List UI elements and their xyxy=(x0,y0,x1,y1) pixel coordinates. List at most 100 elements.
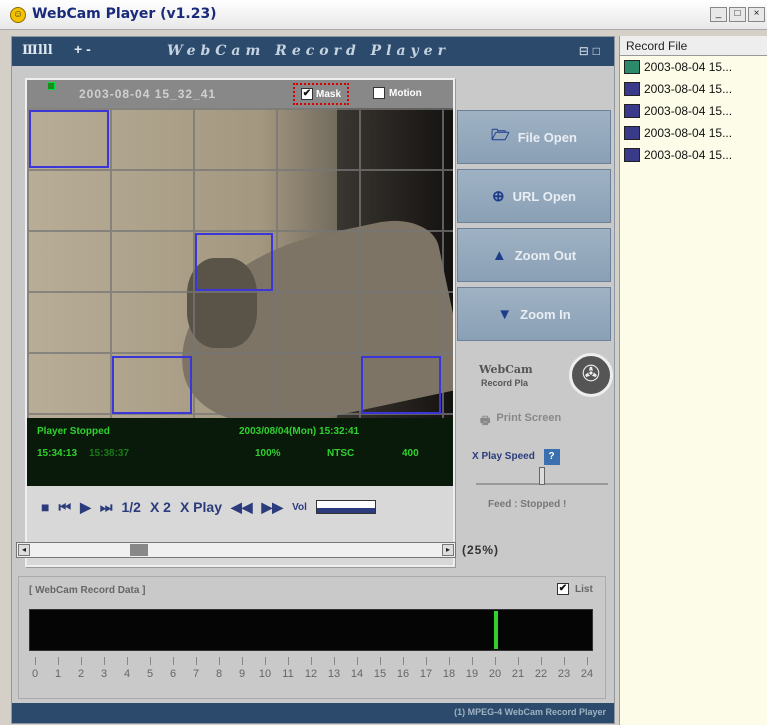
record-file-item[interactable]: 2003-08-04 15... xyxy=(620,122,767,144)
timeline-tick xyxy=(380,657,381,665)
video-top-bar: 2003-08-04 15_32_41 ✔ Mask Motion xyxy=(27,80,453,108)
record-file-list: 2003-08-04 15... 2003-08-04 15... 2003-08-… xyxy=(620,56,767,166)
print-screen-button[interactable]: 🖶 Print Screen xyxy=(480,412,561,431)
feed-status: Feed : Stopped ! xyxy=(488,499,567,510)
timeline-tick-label: 8 xyxy=(215,668,223,680)
list-toggle[interactable]: ✔ List xyxy=(557,583,593,595)
volume-slider[interactable] xyxy=(315,500,376,514)
plus-minus-button[interactable]: + - xyxy=(74,41,91,57)
zoom-in-button[interactable]: ▼ Zoom In xyxy=(457,287,611,341)
record-file-header: Record File xyxy=(620,36,767,56)
timeline-tick-label: 20 xyxy=(488,668,502,680)
double-speed-button[interactable]: X 2 xyxy=(150,499,171,515)
timeline-tick xyxy=(242,657,243,665)
logo-line1: WebCam xyxy=(479,363,533,376)
video-file-icon xyxy=(624,126,640,140)
printer-icon: 🖶 xyxy=(480,415,491,427)
zoom-out-button[interactable]: ▲ Zoom Out xyxy=(457,228,611,282)
motion-region[interactable] xyxy=(112,356,192,414)
stop-button[interactable]: ■ xyxy=(41,499,49,515)
url-open-button[interactable]: ⊕ URL Open xyxy=(457,169,611,223)
timeline-tick-label: 0 xyxy=(31,668,39,680)
video-file-icon xyxy=(624,148,640,162)
record-timeline[interactable] xyxy=(29,609,593,651)
half-speed-button[interactable]: 1/2 xyxy=(121,499,140,515)
help-icon[interactable]: ? xyxy=(543,449,560,465)
folder-icon: 🗁 xyxy=(491,126,510,144)
record-file-item[interactable]: 2003-08-04 15... xyxy=(620,144,767,166)
timeline-tick-label: 5 xyxy=(146,668,154,680)
next-button[interactable]: ⏭ xyxy=(100,499,113,516)
logo-line2: Record Pla xyxy=(481,378,529,388)
mask-label: Mask xyxy=(316,88,342,100)
player-header: Ⅲlll + - WebCam Record Player ⊟□ xyxy=(12,37,614,66)
previous-button[interactable]: ⏮ xyxy=(58,499,71,516)
timeline-tick xyxy=(58,657,59,665)
timeline-tick xyxy=(564,657,565,665)
record-file-label: 2003-08-04 15... xyxy=(644,60,733,74)
timeline-tick xyxy=(403,657,404,665)
video-file-icon xyxy=(624,82,640,96)
timeline-tick xyxy=(426,657,427,665)
timeline-tick-label: 9 xyxy=(238,668,246,680)
list-label: List xyxy=(575,583,593,595)
record-file-item[interactable]: 2003-08-04 15... xyxy=(620,56,767,78)
timeline-tick xyxy=(35,657,36,665)
position-slider[interactable]: ◂ ▸ xyxy=(16,542,456,558)
zoom-out-label: Zoom Out xyxy=(514,247,577,263)
forward-button[interactable]: ▶▶ xyxy=(262,499,284,516)
speed-label: X Play Speed xyxy=(472,451,535,462)
video-timestamp: 2003-08-04 15_32_41 xyxy=(79,87,217,101)
xplay-button[interactable]: X Play xyxy=(180,499,222,515)
window-title: WebCam Player (v1.23) xyxy=(32,6,217,22)
motion-label: Motion xyxy=(389,87,422,99)
timeline-tick-label: 17 xyxy=(419,668,433,680)
mask-toggle[interactable]: ✔ Mask xyxy=(293,83,350,105)
header-window-icons[interactable]: ⊟□ xyxy=(579,44,604,58)
zoom-in-label: Zoom In xyxy=(520,306,571,322)
menu-icon-label[interactable]: Ⅲlll xyxy=(22,43,53,58)
motion-region[interactable] xyxy=(29,110,109,168)
position-thumb[interactable] xyxy=(129,544,148,556)
timeline-tick-label: 16 xyxy=(396,668,410,680)
file-open-button[interactable]: 🗁 File Open xyxy=(457,110,611,164)
speed-slider-knob[interactable] xyxy=(539,467,545,485)
footer-status: (1) MPEG-4 WebCam Record Player xyxy=(12,703,614,723)
scroll-left-icon[interactable]: ◂ xyxy=(18,544,30,556)
close-button[interactable]: × xyxy=(748,7,765,22)
record-file-label: 2003-08-04 15... xyxy=(644,104,733,118)
player-header-title: WebCam Record Player xyxy=(167,43,450,59)
timeline-tick xyxy=(334,657,335,665)
motion-region[interactable] xyxy=(195,233,273,291)
record-data-panel: [ WebCam Record Data ] ✔ List 0123456789… xyxy=(18,576,606,699)
timeline-tick-label: 10 xyxy=(258,668,272,680)
play-button[interactable]: ▶ xyxy=(80,499,91,516)
timeline-tick xyxy=(196,657,197,665)
scroll-right-icon[interactable]: ▸ xyxy=(442,544,454,556)
timeline-tick-label: 11 xyxy=(282,668,294,680)
motion-checkbox[interactable] xyxy=(373,87,385,99)
video-display[interactable] xyxy=(27,108,453,418)
timeline-tick-label: 13 xyxy=(327,668,341,680)
minimize-button[interactable]: _ xyxy=(710,7,727,22)
timeline-tick xyxy=(173,657,174,665)
maximize-button[interactable]: □ xyxy=(729,7,746,22)
rewind-button[interactable]: ◀◀ xyxy=(231,499,253,516)
motion-region[interactable] xyxy=(361,356,441,414)
timeline-ticks: 0 1 2 3 4 5 6 7 8 9 10 11 12 13 14 15 16 17 18 19 20 21 22 23 24 xyxy=(29,657,593,689)
timeline-tick-label: 3 xyxy=(100,668,108,680)
timeline-tick-label: 21 xyxy=(511,668,525,680)
triangle-up-icon: ▲ xyxy=(491,246,507,264)
list-checkbox[interactable]: ✔ xyxy=(557,583,569,595)
record-file-item[interactable]: 2003-08-04 15... xyxy=(620,100,767,122)
timeline-tick-label: 6 xyxy=(169,668,177,680)
mask-checkbox[interactable]: ✔ xyxy=(301,88,313,100)
url-open-label: URL Open xyxy=(512,188,576,204)
motion-toggle[interactable]: Motion xyxy=(373,87,422,99)
video-file-icon xyxy=(624,60,640,74)
zoom-readout: 100% xyxy=(255,448,281,459)
record-file-label: 2003-08-04 15... xyxy=(644,148,733,162)
record-file-item[interactable]: 2003-08-04 15... xyxy=(620,78,767,100)
timeline-tick-label: 22 xyxy=(534,668,548,680)
app-smiley-icon: ☺ xyxy=(10,7,26,23)
